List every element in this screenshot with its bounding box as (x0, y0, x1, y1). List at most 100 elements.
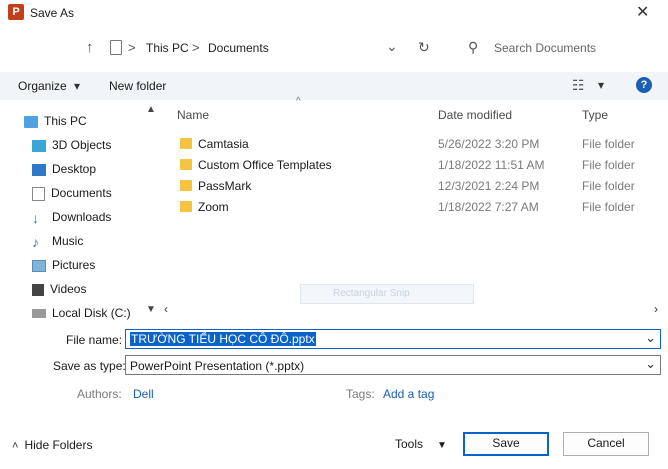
save-as-type-value: PowerPoint Presentation (*.pptx) (130, 359, 305, 373)
folder-icon (180, 138, 192, 149)
file-date: 1/18/2022 7:27 AM (438, 200, 539, 214)
file-date: 1/18/2022 11:51 AM (438, 158, 545, 172)
video-icon (32, 283, 44, 296)
address-row: ↑ > This PC > Documents ⌄ ↻ ⚲ Search Doc… (0, 36, 668, 60)
file-row[interactable]: Custom Office Templates (180, 158, 332, 172)
music-icon: ♪ (32, 234, 39, 250)
sidebar-item-downloads[interactable]: ↓ Downloads (32, 210, 111, 226)
hide-folders-label: Hide Folders (24, 438, 93, 452)
filename-label: File name: (66, 333, 123, 347)
folder-icon (180, 201, 192, 212)
sidebar-item-label: Pictures (52, 258, 96, 272)
command-bar (0, 72, 668, 100)
sidebar-item-label: Desktop (52, 162, 97, 176)
scroll-left-arrow-icon[interactable]: ‹ (164, 302, 168, 316)
breadcrumb-this-pc[interactable]: This PC (146, 41, 189, 55)
snip-overlay-text: Rectangular Snip (333, 288, 410, 299)
sidebar-item-label: Music (52, 234, 84, 249)
file-name: Camtasia (198, 137, 249, 151)
folder-icon (180, 159, 192, 170)
search-input[interactable]: Search Documents (494, 41, 596, 55)
view-chevron-down-icon[interactable]: ▾ (598, 78, 604, 92)
chevron-down-icon[interactable]: ⌄ (645, 356, 656, 372)
powerpoint-icon: P (8, 4, 24, 20)
breadcrumb-separator: > (128, 40, 136, 55)
hide-folders-button[interactable]: ˄ Hide Folders (12, 438, 92, 452)
file-name: Custom Office Templates (198, 158, 332, 172)
authors-label: Authors: (77, 387, 122, 401)
sidebar-item-label: Documents (51, 186, 112, 200)
column-header-date-modified[interactable]: Date modified (438, 108, 512, 122)
sidebar-item-videos[interactable]: Videos (32, 282, 86, 296)
tags-label: Tags: (346, 387, 375, 401)
sidebar-item-pictures[interactable]: Pictures (32, 258, 95, 272)
column-header-type[interactable]: Type (582, 108, 608, 122)
sort-ascending-icon: ^ (296, 96, 301, 107)
drive-icon (32, 309, 46, 319)
file-date: 12/3/2021 2:24 PM (438, 179, 540, 193)
sidebar-item-label: 3D Objects (52, 138, 112, 152)
sidebar-item-label: Videos (50, 282, 87, 296)
file-type: File folder (582, 158, 635, 172)
sidebar-item-label: Local Disk (C:) (52, 306, 131, 320)
chevron-down-icon: ▾ (74, 79, 81, 93)
up-arrow-icon[interactable]: ↑ (86, 39, 94, 56)
window-title: Save As (30, 6, 75, 20)
scroll-up-arrow-icon[interactable]: ▲ (146, 104, 156, 115)
chevron-up-icon: ˄ (12, 440, 19, 452)
snip-overlay: Rectangular Snip (300, 284, 474, 304)
help-icon[interactable]: ? (636, 77, 652, 93)
file-row[interactable]: Zoom (180, 200, 229, 214)
sidebar-item-desktop[interactable]: Desktop (32, 162, 96, 176)
save-as-type-select[interactable]: PowerPoint Presentation (*.pptx) ⌄ (125, 355, 661, 375)
add-tag-link[interactable]: Add a tag (383, 387, 434, 401)
sidebar-item-documents[interactable]: Documents (32, 186, 112, 201)
authors-value[interactable]: Dell (133, 387, 154, 401)
document-icon (32, 186, 45, 201)
file-row[interactable]: PassMark (180, 179, 251, 193)
refresh-icon[interactable]: ↻ (418, 39, 430, 56)
column-header-name[interactable]: Name (177, 108, 209, 122)
cube-icon (32, 139, 46, 152)
save-button[interactable]: Save (463, 432, 549, 456)
breadcrumb-separator: > (192, 40, 200, 55)
close-icon[interactable]: ✕ (636, 2, 649, 22)
tools-label: Tools (395, 437, 424, 451)
sidebar-item-local-disk[interactable]: Local Disk (C:) (32, 306, 131, 320)
sidebar-item-3d-objects[interactable]: 3D Objects (32, 138, 111, 152)
scroll-right-arrow-icon[interactable]: › (654, 302, 658, 316)
picture-icon (32, 259, 46, 272)
filename-value: TRƯỜNG TIỂU HỌC CÔ ĐÔ.pptx (130, 332, 316, 346)
file-type: File folder (582, 200, 635, 214)
save-as-type-label: Save as type: (53, 359, 126, 373)
file-name: PassMark (198, 179, 252, 193)
desktop-icon (32, 163, 46, 176)
scroll-down-arrow-icon[interactable]: ▼ (146, 304, 156, 315)
chevron-down-icon[interactable]: ⌄ (645, 330, 656, 346)
navigation-pane: ▲ ▼ This PC 3D Objects Desktop Documents… (0, 104, 160, 320)
filename-field[interactable]: TRƯỜNG TIỂU HỌC CÔ ĐÔ.pptx ⌄ (125, 329, 661, 349)
folder-icon (180, 180, 192, 191)
search-icon: ⚲ (468, 39, 479, 55)
sidebar-item-music[interactable]: ♪ Music (32, 234, 83, 250)
sidebar-item-this-pc[interactable]: This PC (24, 114, 87, 128)
view-options-icon[interactable]: ☷ (572, 77, 585, 94)
organize-label: Organize (18, 79, 67, 93)
new-folder-button[interactable]: New folder (109, 79, 166, 93)
sidebar-item-label: Downloads (52, 210, 112, 225)
file-row[interactable]: Camtasia (180, 137, 249, 151)
file-type: File folder (582, 179, 635, 193)
sidebar-item-label: This PC (44, 114, 87, 128)
tools-button[interactable]: Tools ▼ (395, 437, 447, 451)
file-type: File folder (582, 137, 635, 151)
file-name: Zoom (198, 200, 229, 214)
computer-icon (24, 115, 38, 128)
folder-path-icon (110, 40, 122, 55)
chevron-down-icon: ▼ (437, 440, 447, 451)
organize-button[interactable]: Organize ▾ (18, 79, 80, 93)
title-bar: P Save As ✕ (0, 0, 668, 28)
address-dropdown-icon[interactable]: ⌄ (386, 38, 398, 55)
breadcrumb-documents[interactable]: Documents (208, 41, 269, 55)
download-icon: ↓ (32, 210, 39, 226)
cancel-button[interactable]: Cancel (563, 432, 649, 456)
